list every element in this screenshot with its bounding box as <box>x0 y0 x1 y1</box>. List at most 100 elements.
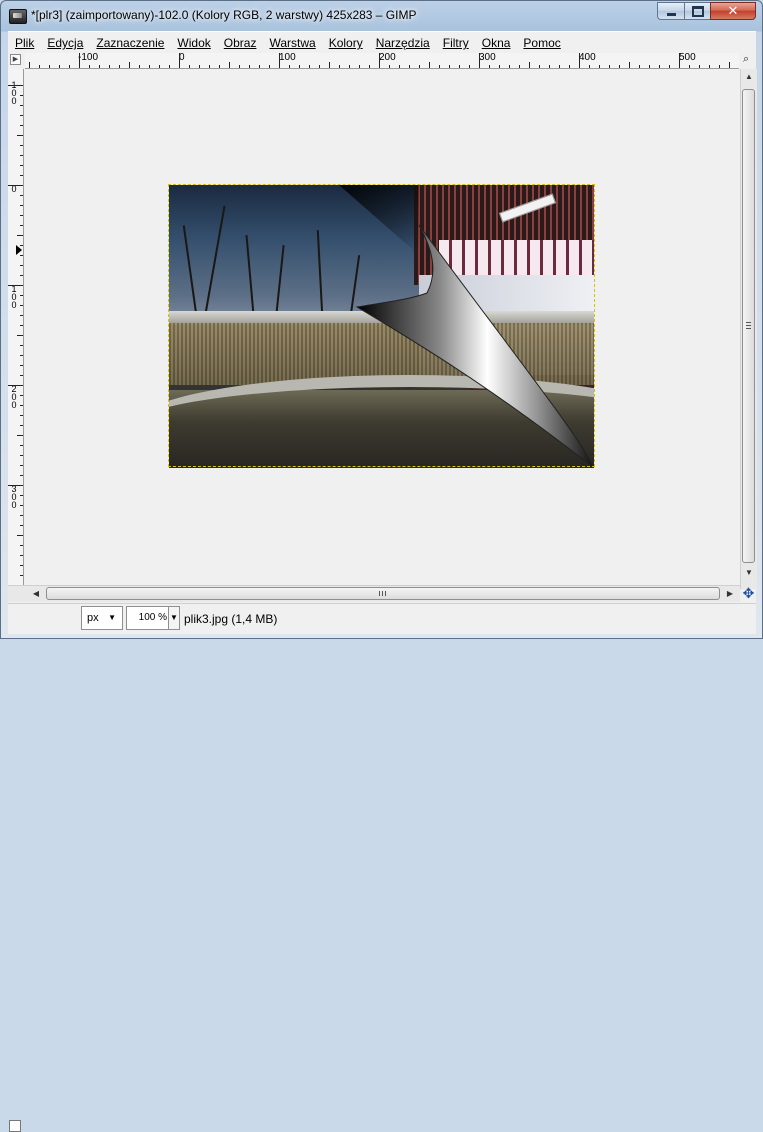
scroll-left-icon[interactable]: ◀ <box>28 586 44 602</box>
ruler-tick <box>20 265 23 266</box>
ruler-tick <box>20 225 23 226</box>
ruler-tick <box>8 85 23 86</box>
zoom-dropdown-icon[interactable]: ▼ <box>168 606 180 630</box>
ruler-tick <box>329 62 330 68</box>
ruler-tick <box>89 65 90 68</box>
ruler-tick <box>20 525 23 526</box>
image-canvas[interactable] <box>24 69 739 589</box>
ruler-tick <box>79 53 80 68</box>
ruler-tick <box>609 65 610 68</box>
ruler-tick <box>419 65 420 68</box>
ruler-tick <box>20 245 23 246</box>
ruler-tick <box>159 65 160 68</box>
ruler-tick <box>17 435 23 436</box>
ruler-tick <box>529 62 530 68</box>
ruler-tick <box>549 65 550 68</box>
ruler-tick <box>709 65 710 68</box>
page-curl-effect <box>339 185 594 468</box>
ruler-tick <box>339 65 340 68</box>
scroll-up-icon[interactable]: ▲ <box>741 69 757 85</box>
ruler-tick <box>669 65 670 68</box>
menu-okna[interactable]: Okna <box>475 36 517 50</box>
ruler-tick <box>229 62 230 68</box>
ruler-tick <box>149 65 150 68</box>
ruler-tick <box>109 65 110 68</box>
horizontal-scrollbar[interactable]: ◀ ▶ <box>8 585 740 1132</box>
ruler-tick <box>99 65 100 68</box>
maximize-icon <box>691 5 704 17</box>
ruler-tick <box>20 325 23 326</box>
hruler-label: 300 <box>479 53 496 63</box>
menu-edycja[interactable]: Edycja <box>40 36 89 50</box>
navigate-move-icon[interactable]: ✥ <box>741 585 756 601</box>
vertical-scrollbar[interactable]: ▲ ▼ <box>740 69 757 589</box>
ruler-tick <box>20 455 23 456</box>
scroll-right-icon[interactable]: ▶ <box>722 586 738 602</box>
zoom-icon[interactable]: ⌕ <box>743 54 753 65</box>
ruler-tick <box>679 53 680 68</box>
maximize-button[interactable] <box>684 2 710 20</box>
ruler-tick <box>20 255 23 256</box>
menu-narzedzia[interactable]: Narzędzia <box>369 36 436 50</box>
ruler-tick <box>8 285 23 286</box>
ruler-tick <box>20 415 23 416</box>
chevron-down-icon: ▼ <box>108 613 116 622</box>
hruler-label: 500 <box>679 53 696 63</box>
status-bar: px ▼ 100 % ▼ plik3.jpg (1,4 MB) <box>8 603 756 634</box>
horizontal-ruler[interactable]: -100 0 100 200 300 400 500 <box>25 53 739 69</box>
ruler-tick <box>20 165 23 166</box>
menu-pomoc[interactable]: Pomoc <box>516 36 566 50</box>
ruler-tick <box>379 53 380 68</box>
ruler-tick <box>20 375 23 376</box>
hruler-label: 200 <box>379 53 396 63</box>
ruler-tick <box>269 65 270 68</box>
vertical-ruler[interactable]: 100 0 100 200 300 <box>8 69 24 589</box>
ruler-tick <box>20 505 23 506</box>
ruler-tick <box>20 495 23 496</box>
menu-zaznaczenie[interactable]: Zaznaczenie <box>89 36 170 50</box>
vruler-label: 300 <box>11 484 17 510</box>
ruler-tick <box>729 62 730 68</box>
ruler-tick <box>20 465 23 466</box>
ruler-tick <box>219 65 220 68</box>
ruler-tick <box>589 65 590 68</box>
ruler-tick <box>59 65 60 68</box>
ruler-tick <box>599 65 600 68</box>
menu-kolory[interactable]: Kolory <box>322 36 369 50</box>
minimize-button[interactable] <box>657 2 684 20</box>
vruler-label: 200 <box>11 384 17 410</box>
menu-filtry[interactable]: Filtry <box>436 36 475 50</box>
ruler-tick <box>20 315 23 316</box>
hruler-label: 400 <box>579 53 596 63</box>
image-window-content: ▶ -100 0 100 200 300 400 500 ⌕ 100 0 100… <box>8 53 757 1132</box>
unit-select[interactable]: px ▼ <box>81 606 123 630</box>
image-layer[interactable] <box>169 185 594 468</box>
ruler-tick <box>20 405 23 406</box>
menu-warstwa[interactable]: Warstwa <box>262 36 321 50</box>
ruler-tick <box>299 65 300 68</box>
ruler-tick <box>39 65 40 68</box>
ruler-tick <box>129 62 130 68</box>
vertical-scroll-thumb[interactable] <box>742 89 755 563</box>
menu-plik[interactable]: Plik <box>8 36 40 50</box>
vruler-label: 0 <box>11 184 17 194</box>
menu-widok[interactable]: Widok <box>170 36 216 50</box>
ruler-tick <box>289 65 290 68</box>
gimp-app-icon <box>9 9 27 24</box>
scroll-down-icon[interactable]: ▼ <box>741 565 757 581</box>
ruler-tick <box>569 65 570 68</box>
ruler-tick <box>20 295 23 296</box>
ruler-tick <box>319 65 320 68</box>
title-bar[interactable]: *[plr3] (zaimportowany)-102.0 (Kolory RG… <box>1 1 762 31</box>
ruler-tick <box>459 65 460 68</box>
ruler-tick <box>20 555 23 556</box>
ruler-tick <box>699 65 700 68</box>
quick-mask-icon[interactable] <box>9 1120 21 1132</box>
ruler-tick <box>20 575 23 576</box>
ruler-tick <box>20 145 23 146</box>
horizontal-scroll-thumb[interactable] <box>46 587 720 600</box>
menu-obraz[interactable]: Obraz <box>217 36 263 50</box>
hruler-label: 100 <box>279 53 296 63</box>
close-button[interactable]: ✕ <box>710 2 756 20</box>
menu-arrow-icon[interactable]: ▶ <box>10 54 21 65</box>
